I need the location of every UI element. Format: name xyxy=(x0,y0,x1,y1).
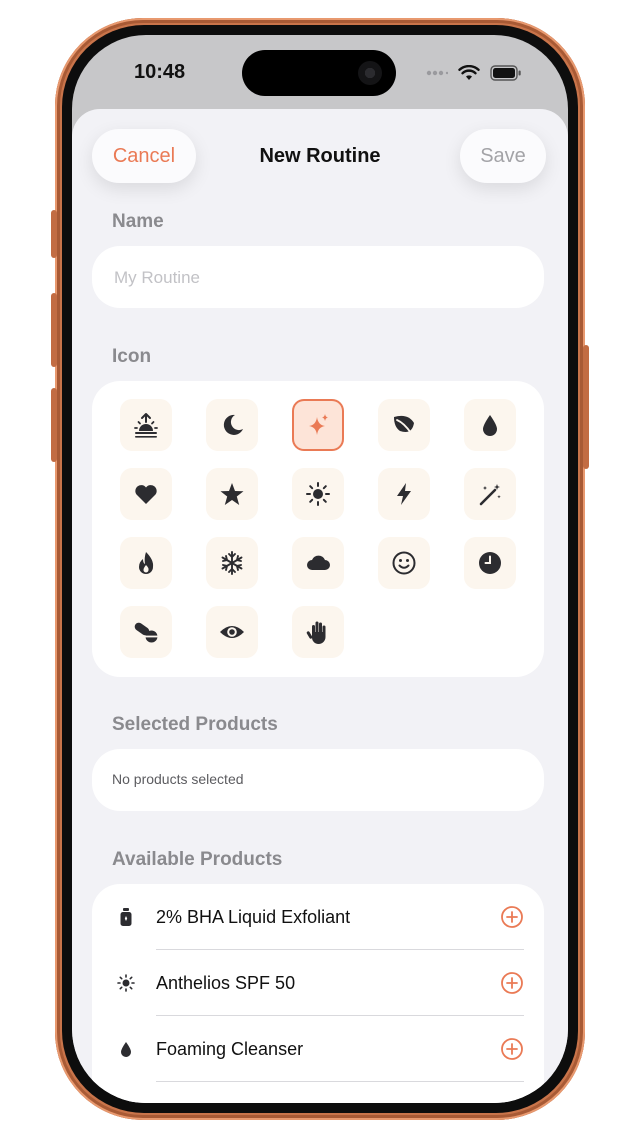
drop-icon[interactable] xyxy=(464,399,516,451)
add-circle-icon[interactable] xyxy=(500,905,524,929)
dynamic-island xyxy=(242,50,396,96)
product-name: 2% BHA Liquid Exfoliant xyxy=(156,907,351,927)
smiley-icon[interactable] xyxy=(378,537,430,589)
volume-up-button xyxy=(51,293,57,367)
row-divider xyxy=(156,1081,524,1082)
status-time: 10:48 xyxy=(134,61,186,83)
star-icon[interactable] xyxy=(206,468,258,520)
product-name: Foaming Cleanser xyxy=(156,1039,304,1059)
screen: 10:48 Cancel New Routine Save Name My Ro… xyxy=(72,35,568,1103)
battery-icon xyxy=(490,65,521,81)
volume-down-button xyxy=(51,388,57,462)
bottle-icon xyxy=(120,908,132,926)
clock-icon[interactable] xyxy=(464,537,516,589)
hand-icon[interactable] xyxy=(292,606,344,658)
moon-icon[interactable] xyxy=(206,399,258,451)
available-products-label: Available Products xyxy=(112,849,283,870)
available-products-list: 2% BHA Liquid Exfoliant Anthelios SPF 50 xyxy=(92,884,544,1103)
signal-icon xyxy=(426,70,448,76)
camera-icon xyxy=(358,61,382,85)
name-field-container xyxy=(92,246,544,310)
eye-icon[interactable] xyxy=(206,606,258,658)
drop-icon xyxy=(121,1042,131,1057)
sun-icon[interactable] xyxy=(292,468,344,520)
add-circle-icon[interactable] xyxy=(500,1037,524,1061)
list-item[interactable]: Anthelios SPF 50 xyxy=(92,950,544,1016)
flame-icon[interactable] xyxy=(120,537,172,589)
heart-icon[interactable] xyxy=(120,468,172,520)
action-button xyxy=(51,210,57,258)
name-section-label: Name xyxy=(112,211,164,232)
leaf-icon[interactable] xyxy=(378,399,430,451)
snowflake-icon[interactable] xyxy=(206,537,258,589)
save-button[interactable]: Save xyxy=(460,129,546,183)
power-button xyxy=(583,345,589,469)
product-name: Anthelios SPF 50 xyxy=(156,973,296,993)
sunrise-icon[interactable] xyxy=(120,399,172,451)
list-item[interactable]: 2% BHA Liquid Exfoliant xyxy=(92,884,544,950)
icon-grid xyxy=(92,381,544,677)
selected-products-list: No products selected xyxy=(92,749,544,811)
icon-section-label: Icon xyxy=(112,346,152,367)
selected-products-label: Selected Products xyxy=(112,714,278,735)
magic-wand-icon[interactable] xyxy=(464,468,516,520)
sparkles-icon[interactable] xyxy=(292,399,344,451)
wifi-icon xyxy=(458,65,480,80)
list-item[interactable]: Foaming Cleanser xyxy=(92,1016,544,1082)
bolt-icon[interactable] xyxy=(378,468,430,520)
new-routine-sheet: Cancel New Routine Save Name Icon xyxy=(72,109,568,1103)
status-icons xyxy=(426,65,522,81)
pills-icon[interactable] xyxy=(120,606,172,658)
status-bar: 10:48 xyxy=(72,35,568,110)
name-input[interactable] xyxy=(112,246,516,310)
cloud-icon[interactable] xyxy=(292,537,344,589)
sun-icon xyxy=(117,974,135,992)
empty-state-text: No products selected xyxy=(112,771,244,787)
add-circle-icon[interactable] xyxy=(500,971,524,995)
